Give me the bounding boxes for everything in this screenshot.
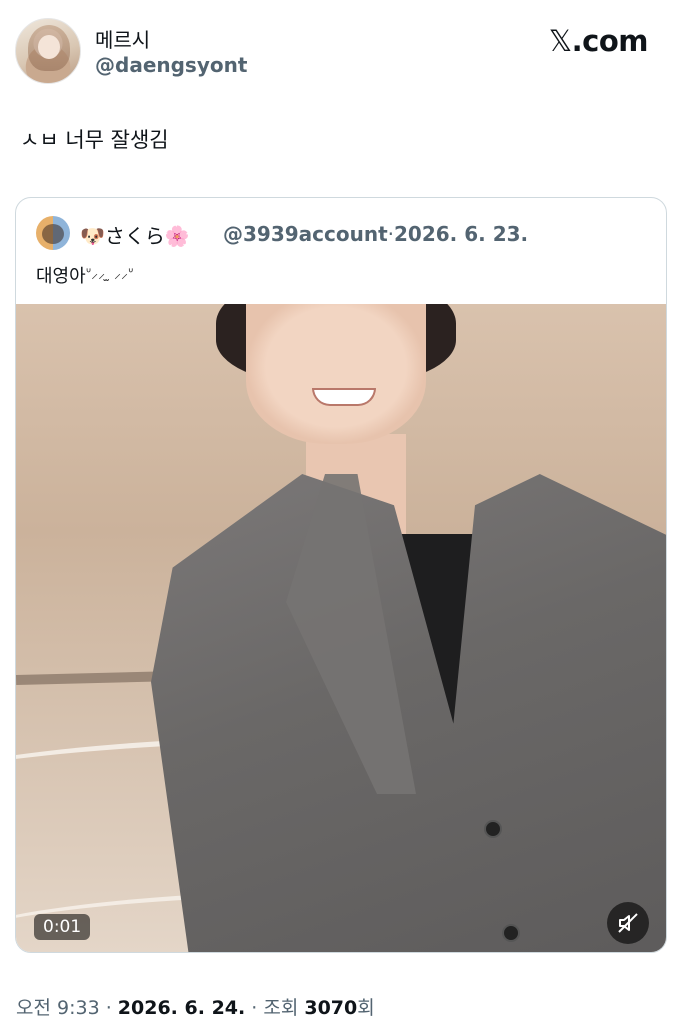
meta-separator: ·	[99, 997, 118, 1019]
quoted-text-body: 대영아	[36, 266, 86, 287]
jacket-button	[484, 820, 502, 838]
jacket-button	[502, 924, 520, 942]
quoted-author-name[interactable]: 🐶さくら🌸	[80, 220, 190, 249]
video-duration-badge: 0:01	[34, 914, 91, 940]
author-display-name[interactable]: 메르시	[95, 24, 150, 53]
tweet-time: 오전 9:33	[16, 997, 100, 1019]
author-handle[interactable]: @daengsyont	[95, 53, 247, 77]
tweet-date[interactable]: 2026. 6. 24.	[118, 997, 245, 1019]
quoted-author-handle[interactable]: @3939account	[223, 222, 388, 246]
views-suffix: 회	[357, 997, 375, 1019]
speaker-muted-icon	[618, 913, 638, 933]
quoted-kaomoji: ᐡ⸝⸝ ̫ ⸝⸝ᐡ	[85, 266, 134, 282]
avatar-face	[38, 35, 60, 59]
quoted-date: 2026. 6. 23.	[394, 222, 529, 246]
quoted-tweet-card[interactable]: 🐶さくら🌸 @3939account·2026. 6. 23. 대영아ᐡ⸝⸝ ̫…	[15, 197, 667, 953]
person-smile	[312, 388, 376, 406]
site-logo: 𝕏.com	[548, 24, 649, 58]
mute-button[interactable]	[607, 902, 649, 944]
author-avatar[interactable]	[15, 18, 81, 84]
quoted-text: 대영아ᐡ⸝⸝ ̫ ⸝⸝ᐡ	[36, 262, 133, 288]
site-logo-text: .com	[571, 24, 649, 58]
quoted-author-meta: @3939account·2026. 6. 23.	[223, 222, 528, 246]
person-face	[246, 304, 426, 444]
views-label: 조회	[263, 997, 305, 1019]
x-logo-icon: 𝕏	[548, 24, 572, 58]
quoted-author-avatar[interactable]	[36, 216, 70, 250]
views-count: 3070	[304, 997, 358, 1019]
meta-separator: ·	[245, 997, 264, 1019]
video-player[interactable]: 0:01	[16, 304, 666, 952]
tweet-footer-meta: 오전 9:33 · 2026. 6. 24. · 조회 3070회	[16, 993, 375, 1020]
tweet-screenshot: 메르시 @daengsyont 𝕏.com ㅅㅂ 너무 잘생김 🐶さくら🌸 @3…	[0, 0, 684, 1024]
tweet-text: ㅅㅂ 너무 잘생김	[20, 128, 169, 152]
